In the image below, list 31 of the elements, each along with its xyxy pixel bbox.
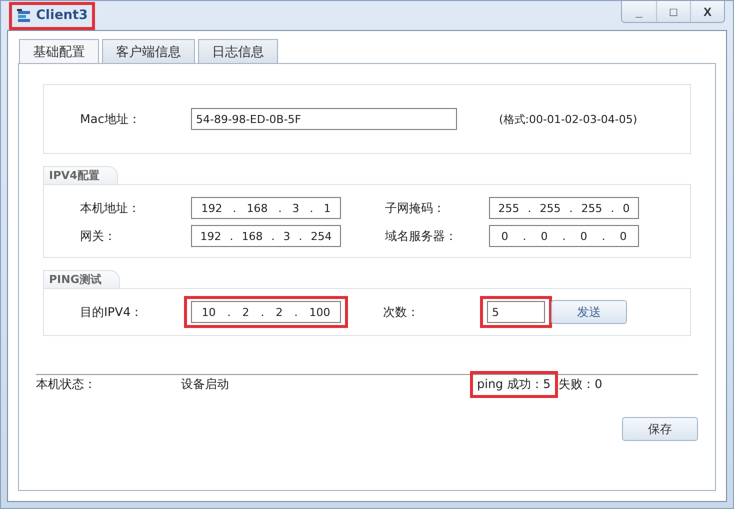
close-button[interactable]: X xyxy=(690,1,724,22)
section-header: IPV4配置 xyxy=(43,166,118,184)
failure-count: 失败：0 xyxy=(558,376,602,392)
field-label: 网关： xyxy=(80,228,117,244)
send-button[interactable]: 发送 xyxy=(551,300,627,324)
maximize-button[interactable]: □ xyxy=(656,1,690,22)
tab[interactable]: 客户端信息 xyxy=(102,39,195,63)
mac-field[interactable]: 54-89-98-ED-0B-5F xyxy=(191,108,457,130)
minimize-button[interactable]: _ xyxy=(622,1,656,22)
field-label: Mac地址： xyxy=(80,110,142,128)
app-icon xyxy=(16,8,32,24)
save-button[interactable]: 保存 xyxy=(622,417,698,441)
ip-field[interactable]: 192 . 168 . 3 . 254 xyxy=(191,225,341,247)
field-label: 目的IPV4： xyxy=(80,304,144,320)
field-label: 次数： xyxy=(383,304,420,320)
ip-field[interactable]: 192 . 168 . 3 . 1 xyxy=(191,197,341,219)
tab[interactable]: 日志信息 xyxy=(198,39,278,63)
success-count: ping 成功：5 xyxy=(477,376,551,392)
tab[interactable]: 基础配置 xyxy=(19,39,99,63)
count-field[interactable]: 5 xyxy=(487,301,545,323)
ip-field[interactable]: 255 . 255 . 255 . 0 xyxy=(489,197,639,219)
status-label: 本机状态： xyxy=(36,376,97,392)
status-value: 设备启动 xyxy=(181,376,230,392)
section-header: PING测试 xyxy=(43,270,120,288)
target-ip-field[interactable]: 10 . 2 . 2 . 100 xyxy=(191,301,341,323)
format-hint: (格式:00-01-02-03-04-05) xyxy=(499,112,638,126)
field-label: 子网掩码： xyxy=(385,200,446,216)
field-label: 域名服务器： xyxy=(385,228,458,244)
window-title: Client3 xyxy=(9,2,95,30)
field-label: 本机地址： xyxy=(80,200,141,216)
ip-field[interactable]: 0 . 0 . 0 . 0 xyxy=(489,225,639,247)
